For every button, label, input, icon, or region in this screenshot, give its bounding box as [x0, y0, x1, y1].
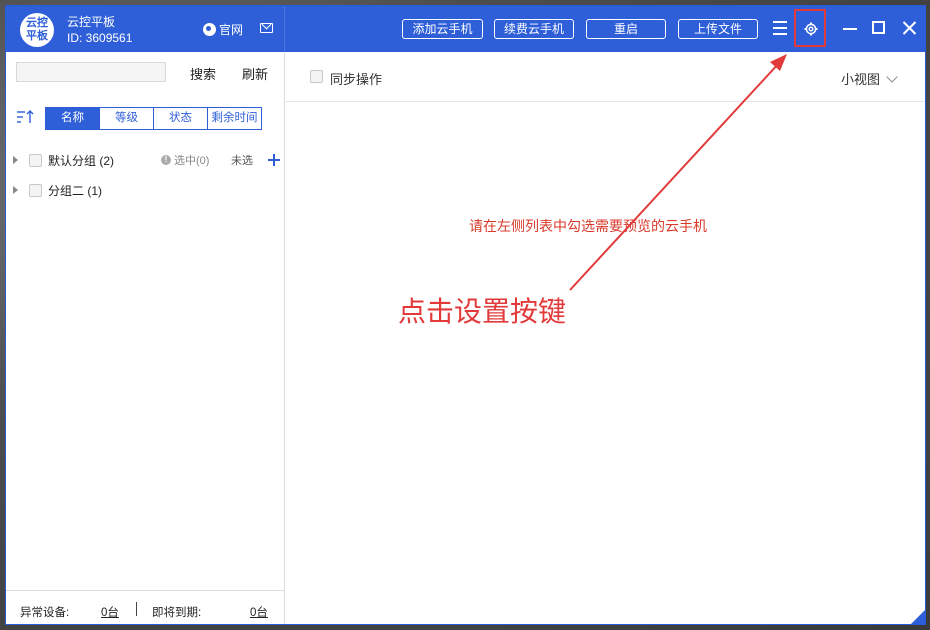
sort-tab-status[interactable]: 状态 — [153, 107, 208, 130]
sort-tabs: 名称 等级 状态 剩余时间 — [45, 107, 262, 130]
sync-label: 同步操作 — [330, 72, 383, 87]
group-label: 默认分组 (2) — [48, 153, 115, 168]
abnormal-label: 异常设备: — [20, 607, 70, 619]
group-row-two[interactable]: 分组二 (1) — [6, 179, 285, 201]
expand-caret-icon[interactable] — [13, 186, 18, 194]
footer-divider — [136, 602, 137, 616]
gear-icon — [804, 22, 818, 36]
abnormal-count-link[interactable]: 0台 — [101, 604, 119, 620]
mail-icon[interactable] — [260, 23, 273, 33]
annotation-text: 点击设置按键 — [398, 295, 567, 328]
device-list-panel: 搜索 刷新 名称 等级 状态 剩余时间 默认分组 (2) ! 选中(0) 未选 … — [6, 52, 285, 624]
view-mode-label: 小视图 — [841, 72, 881, 87]
expiring-count-link[interactable]: 0台 — [250, 604, 268, 620]
official-site-label: 官网 — [219, 23, 244, 37]
empty-hint: 请在左侧列表中勾选需要预览的云手机 — [469, 218, 707, 234]
sort-tab-level[interactable]: 等级 — [99, 107, 154, 130]
sort-tab-name[interactable]: 名称 — [45, 107, 100, 130]
search-input[interactable] — [16, 62, 166, 82]
globe-icon — [203, 23, 216, 36]
app-id: ID: 3609561 — [67, 31, 133, 45]
refresh-button[interactable]: 刷新 — [242, 64, 268, 83]
add-phone-button[interactable]: 添加云手机 — [402, 19, 483, 39]
group-checkbox[interactable] — [29, 153, 42, 167]
selected-count: ! 选中(0) — [161, 152, 209, 168]
sort-tab-remaining[interactable]: 剩余时间 — [207, 107, 262, 130]
chevron-down-icon — [886, 70, 898, 83]
app-logo: 云控 平板 — [20, 13, 54, 47]
group-checkbox[interactable] — [29, 183, 42, 197]
status-footer: 异常设备: 0台 即将到期: 0台 — [6, 590, 285, 624]
expand-caret-icon[interactable] — [13, 156, 18, 164]
info-icon: ! — [161, 155, 171, 165]
unselected-label: 未选 — [231, 155, 253, 167]
renew-phone-button[interactable]: 续费云手机 — [494, 19, 574, 39]
maximize-icon[interactable] — [870, 19, 888, 37]
resize-corner-icon[interactable] — [911, 610, 925, 624]
close-icon[interactable] — [900, 19, 918, 37]
view-mode-select[interactable]: 小视图 — [841, 69, 898, 88]
title-bar: 云控 平板 云控平板 ID: 3609561 官网 添加云手机 续费云手机 重启 … — [6, 6, 925, 52]
minimize-icon[interactable] — [841, 19, 859, 37]
restart-button[interactable]: 重启 — [586, 19, 666, 39]
add-icon[interactable] — [268, 154, 280, 166]
app-name: 云控平板 — [67, 15, 116, 29]
preview-header: 同步操作 小视图 — [286, 52, 925, 102]
upload-file-button[interactable]: 上传文件 — [678, 19, 758, 39]
sort-icon[interactable] — [17, 110, 35, 124]
settings-highlight[interactable] — [794, 9, 826, 47]
title-left-zone: 云控 平板 云控平板 ID: 3609561 官网 — [6, 6, 285, 52]
selected-count-label: 选中(0) — [174, 155, 210, 167]
preview-panel: 同步操作 小视图 请在左侧列表中勾选需要预览的云手机 — [286, 52, 925, 624]
expiring-label: 即将到期: — [152, 607, 202, 619]
search-button[interactable]: 搜索 — [190, 64, 216, 83]
group-row-default[interactable]: 默认分组 (2) ! 选中(0) 未选 — [6, 149, 285, 171]
official-site-link[interactable]: 官网 — [203, 21, 243, 38]
sync-checkbox[interactable] — [310, 70, 323, 83]
menu-icon[interactable] — [773, 21, 787, 35]
group-label: 分组二 (1) — [48, 183, 103, 198]
